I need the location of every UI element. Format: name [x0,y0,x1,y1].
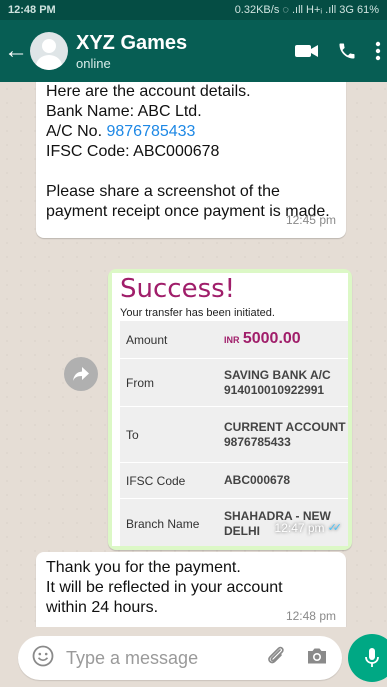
status-indicators: 0.32KB/s ◌ .ıll H+ᵢ .ıll 3G 61% [234,4,379,16]
read-receipt-icon: ✓✓ [327,522,343,534]
account-number-link[interactable]: 9876785433 [106,123,195,140]
chat-area[interactable]: Here are the account details. Bank Name:… [0,82,387,627]
message-time: 12:47 pm [274,521,325,535]
contact-info[interactable]: XYZ Games online [76,32,295,71]
outgoing-image-message[interactable]: Success! Your transfer has been initiate… [108,269,352,550]
status-bar: 12:48 PM 0.32KB/s ◌ .ıll H+ᵢ .ıll 3G 61% [0,0,387,20]
receipt-value: INR 5000.00 [224,331,348,348]
receipt-title: Success! [120,274,236,304]
chat-header: ← XYZ Games online [0,20,387,82]
receipt-row-from: From SAVING BANK A/C 914010010922991 [120,359,348,407]
receipt-label: Branch Name [126,516,200,531]
receipt-label: To [126,427,139,442]
composer-bar: Type a message [0,627,387,687]
more-options-icon[interactable] [375,41,381,61]
receipt-label: From [126,375,154,390]
attach-icon[interactable] [266,645,286,672]
message-text: Here are the account details. Bank Name:… [46,82,336,222]
receipt-label: IFSC Code [126,473,186,488]
incoming-message[interactable]: Thank you for the payment. It will be re… [36,552,346,627]
currency-code: INR [224,335,240,345]
receipt-value: ABC000678 [224,473,291,487]
receipt-value: SAVING BANK A/C 914010010922991 [224,367,331,397]
receipt-row-ifsc: IFSC Code ABC000678 [120,463,348,499]
receipt-table: Amount INR 5000.00 From SAVING BANK A/C … [120,321,348,546]
camera-icon[interactable] [306,647,328,670]
amount-value: 5000.00 [242,330,301,347]
message-input[interactable]: Type a message [18,636,342,680]
receipt-value: CURRENT ACCOUNT 9876785433 [224,419,346,449]
forward-button[interactable] [64,357,98,391]
payment-receipt-image[interactable]: Success! Your transfer has been initiate… [112,273,348,546]
status-time: 12:48 PM [8,4,56,16]
forward-icon [73,367,89,381]
receipt-label: Amount [126,332,168,347]
receipt-row-amount: Amount INR 5000.00 [120,321,348,359]
back-arrow-icon[interactable]: ← [4,39,28,63]
contact-status: online [76,55,111,71]
message-text-part: IFSC Code: ABC000678 Please share a scre… [46,143,330,220]
contact-name: XYZ Games [76,31,188,54]
message-status: 12:47 pm ✓✓ [274,518,343,538]
mic-icon [365,648,379,667]
receipt-subtitle: Your transfer has been initiated. [120,307,275,319]
voice-message-button[interactable] [348,634,387,682]
incoming-message[interactable]: Here are the account details. Bank Name:… [36,82,346,238]
avatar[interactable] [30,32,68,70]
voice-call-icon[interactable] [337,41,357,61]
emoji-icon[interactable] [32,645,54,672]
video-call-icon[interactable] [295,43,319,59]
receipt-row-to: To CURRENT ACCOUNT 9876785433 [120,407,348,463]
message-placeholder: Type a message [66,647,199,668]
